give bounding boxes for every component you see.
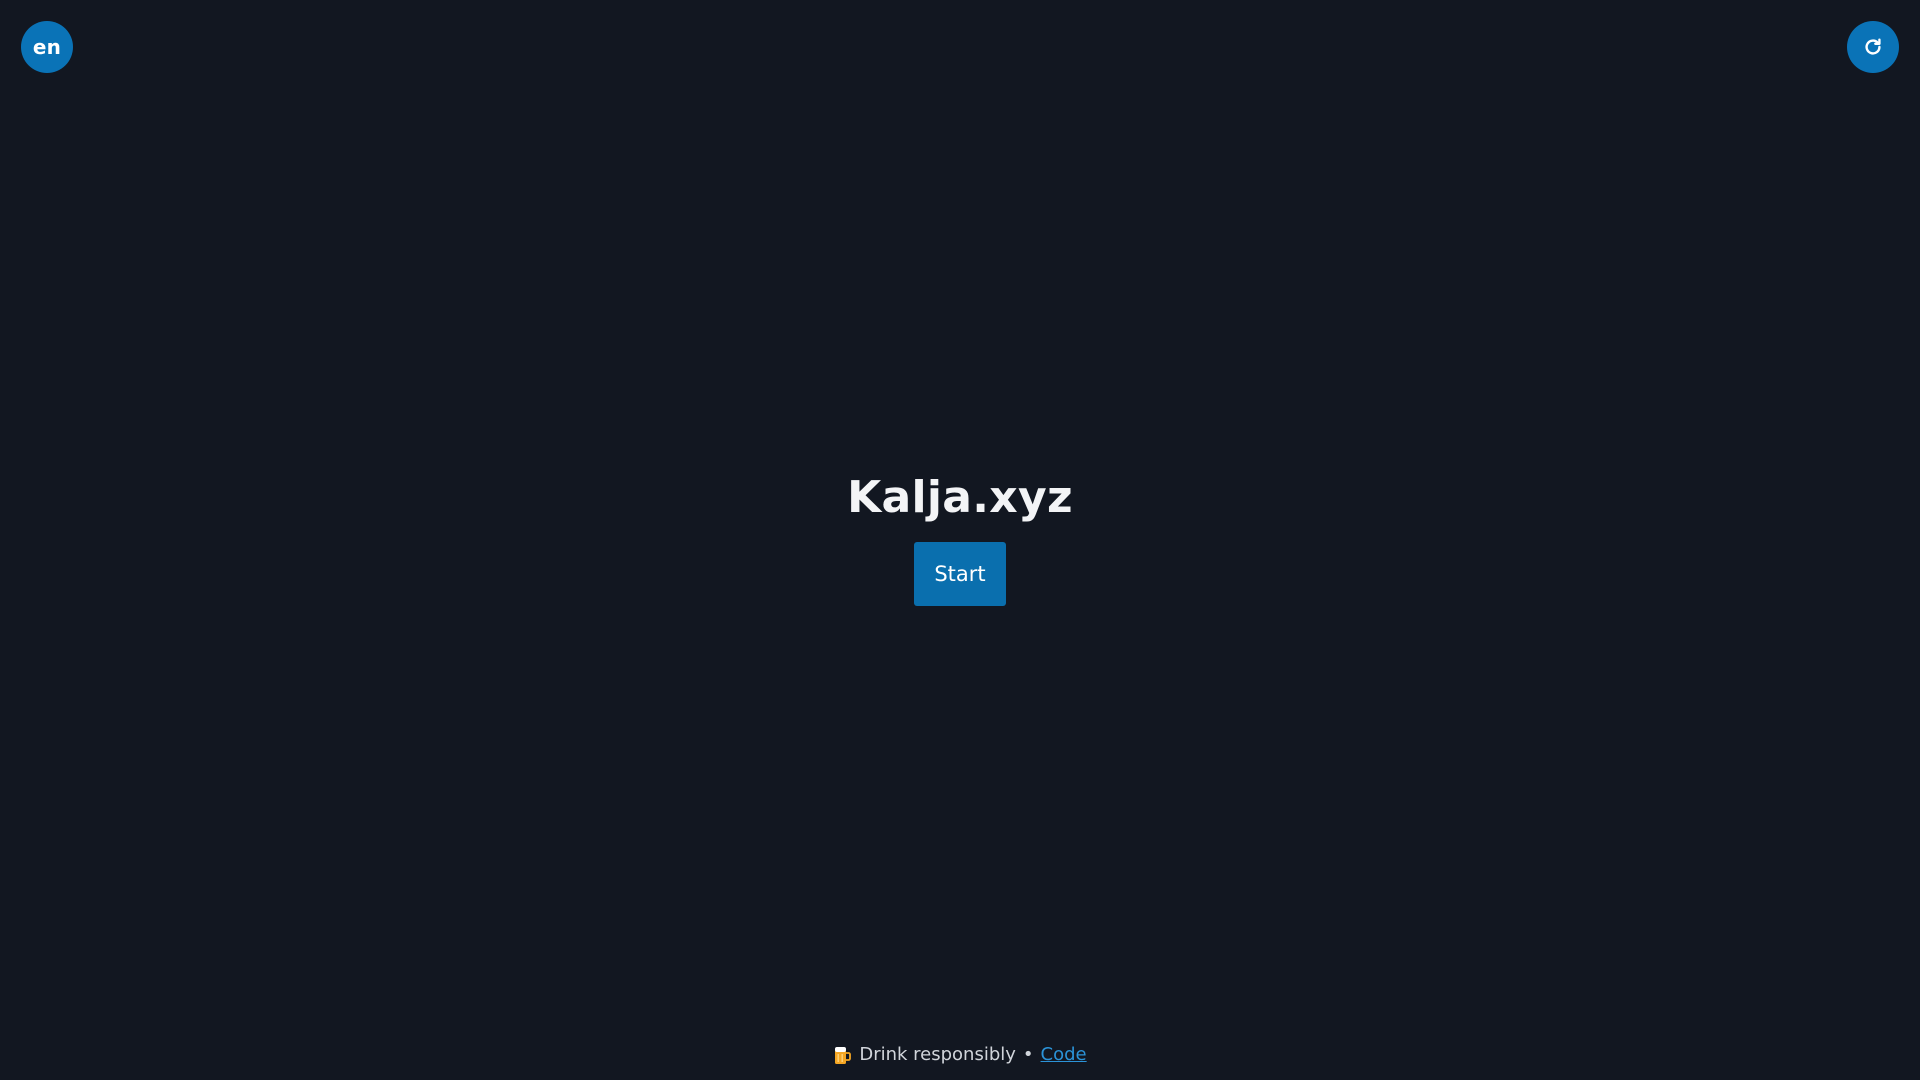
beer-mug-icon bbox=[833, 1045, 852, 1065]
footer: Drink responsibly • Code bbox=[0, 1040, 1920, 1070]
hero: Kalja.xyz Start bbox=[0, 468, 1920, 606]
language-label: en bbox=[32, 35, 62, 59]
page-title: Kalja.xyz bbox=[847, 472, 1073, 523]
footer-text: Drink responsibly bbox=[859, 1044, 1016, 1065]
refresh-icon bbox=[1862, 36, 1884, 58]
language-button[interactable]: en bbox=[21, 21, 73, 73]
code-link[interactable]: Code bbox=[1041, 1040, 1087, 1070]
footer-separator: • bbox=[1022, 1044, 1034, 1065]
page: en Kalja.xyz Start Drink responsibly • C… bbox=[0, 0, 1920, 1080]
refresh-button[interactable] bbox=[1847, 21, 1899, 73]
start-button[interactable]: Start bbox=[914, 542, 1006, 606]
